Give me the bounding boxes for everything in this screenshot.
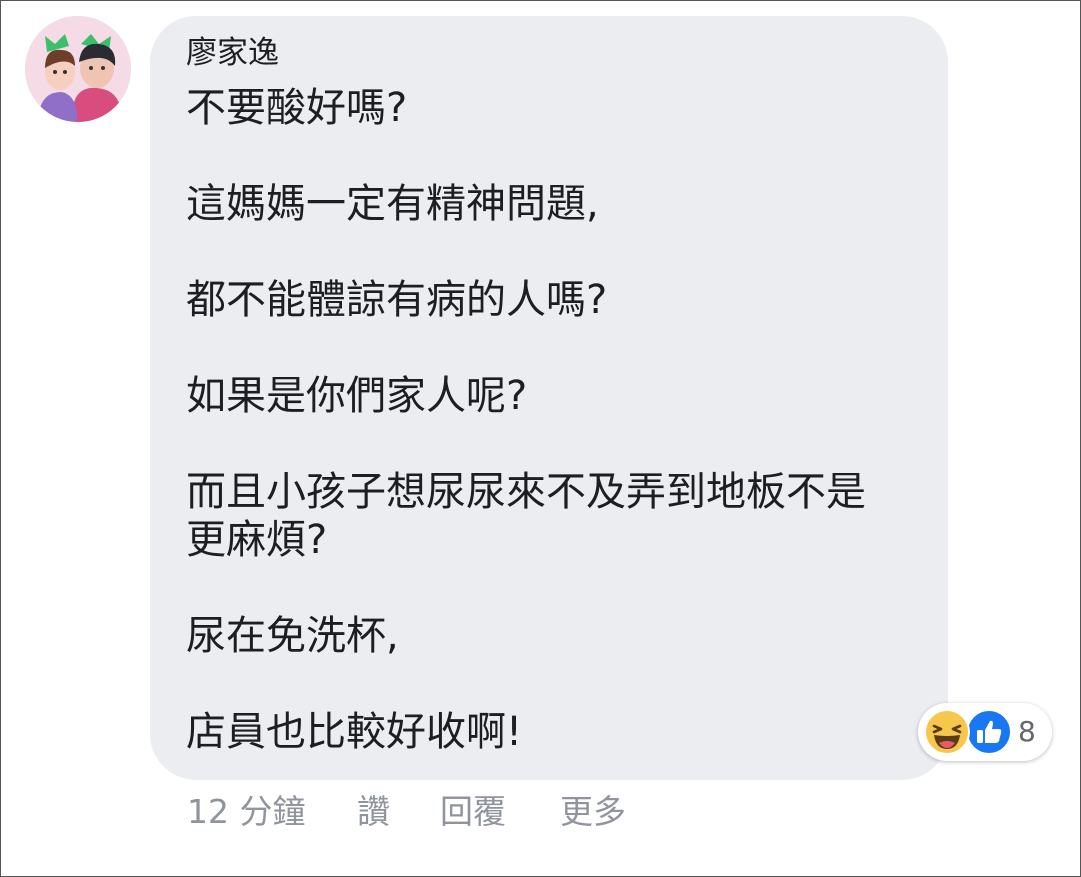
comment-line: 如果是你們家人呢?	[186, 373, 528, 419]
reaction-count: 8	[1018, 715, 1036, 748]
like-button[interactable]: 讚	[357, 790, 390, 834]
comment-line: 而且小孩子想尿尿來不及弄到地板不是	[186, 469, 866, 515]
comment-paragraph: 店員也比較好收啊!	[186, 708, 926, 756]
reply-button[interactable]: 回覆	[440, 790, 506, 834]
comment-bubble: 廖家逸 不要酸好嗎? 這媽媽一定有精神問題, 都不能體諒有病的人嗎? 如果是你們家人呢…	[150, 16, 948, 780]
comment-paragraph: 尿在免洗杯,	[186, 612, 926, 660]
reactions-summary[interactable]: 8	[918, 703, 1052, 761]
comment-paragraph: 如果是你們家人呢?	[186, 372, 926, 420]
comment-line: 更麻煩?	[186, 517, 328, 563]
comment-paragraph: 而且小孩子想尿尿來不及弄到地板不是 更麻煩?	[186, 468, 926, 564]
avatar[interactable]	[25, 16, 131, 122]
comment-line: 這媽媽一定有精神問題,	[186, 181, 599, 227]
comment-paragraph: 這媽媽一定有精神問題,	[186, 180, 926, 228]
more-button[interactable]: 更多	[560, 790, 626, 834]
timestamp[interactable]: 12 分鐘	[187, 790, 305, 834]
comment-paragraph: 不要酸好嗎?	[186, 84, 926, 132]
comment-line: 不要酸好嗎?	[186, 85, 408, 131]
haha-icon	[924, 709, 970, 755]
comment-line: 都不能體諒有病的人嗎?	[186, 277, 608, 323]
like-icon	[966, 709, 1012, 755]
avatar-photo	[25, 16, 131, 122]
comment-line: 尿在免洗杯,	[186, 613, 399, 659]
comment-paragraph: 都不能體諒有病的人嗎?	[186, 276, 926, 324]
comment-body: 不要酸好嗎? 這媽媽一定有精神問題, 都不能體諒有病的人嗎? 如果是你們家人呢? 而且小…	[186, 84, 926, 756]
comment-line: 店員也比較好收啊!	[186, 709, 523, 755]
comment-author[interactable]: 廖家逸	[186, 32, 279, 74]
